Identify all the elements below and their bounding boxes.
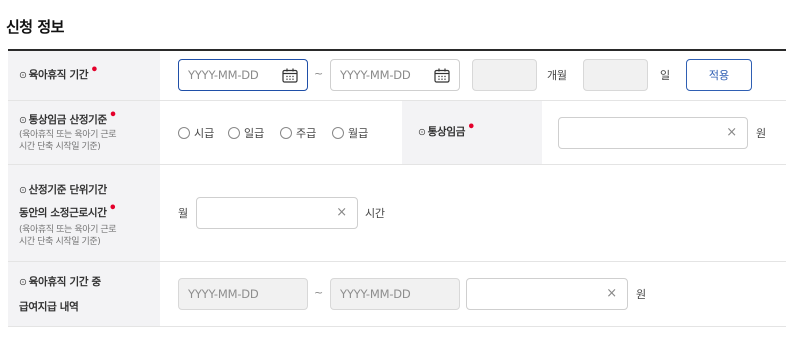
date-range-separator: ~ [314,67,324,80]
row-work-hours: ⊙ 산정기준 단위기간 동안의 소정근로시간 • (육아휴직 또는 육아기 근로 시… [8,165,786,262]
calendar-icon[interactable] [282,68,298,83]
days-unit: 일 [660,69,670,82]
radio-circle-icon [178,127,190,139]
close-icon[interactable]: × [726,126,737,140]
label-note: (육아휴직 또는 육아기 근로 [19,130,117,140]
months-input[interactable] [472,59,537,91]
radio-daily[interactable]: 일급 [228,125,264,141]
radio-circle-icon [332,127,344,139]
label-cell: ⊙ 육아휴직 기간 중 급여지급 내역 [8,262,160,326]
label-payment-history-line1: 육아휴직 기간 중 [28,275,102,288]
leave-end-date-input[interactable]: YYYY-MM-DD [330,59,460,91]
months-unit: 개월 [547,69,567,82]
label-work-hours-line2: 동안의 소정근로시간 [19,206,107,219]
radio-circle-icon [280,127,292,139]
radio-circle-icon [228,127,240,139]
amount-unit: 원 [636,288,646,301]
label-cell: ⊙ 통상임금 산정기준 • (육아휴직 또는 육아기 근로 시간 단축 시작일 기준… [8,101,160,164]
label-note: (육아휴직 또는 육아기 근로 [19,224,117,235]
label-cell: ⊙ 육아휴직 기간 • [8,51,160,100]
row-leave-period: ⊙ 육아휴직 기간 • YYYY-MM-DD ~ YYYY-MM-DD 개월 일 적… [8,51,786,101]
apply-button[interactable]: 적용 [686,59,752,91]
radio-hourly[interactable]: 시급 [178,125,214,141]
bullet-icon: ⊙ [19,70,27,81]
date-range-separator: ~ [314,286,324,299]
label-note: 시간 단축 시작일 기준) [19,236,101,247]
label-leave-period: 육아휴직 기간 [28,69,89,81]
bullet-icon: ⊙ [418,127,426,138]
wage-unit: 원 [756,127,766,140]
close-icon[interactable]: × [606,287,617,301]
value-cell: 월 × 시간 [160,165,786,261]
row-wage-basis: ⊙ 통상임금 산정기준 • (육아휴직 또는 육아기 근로 시간 단축 시작일 기준… [8,101,786,165]
required-mark: • [90,63,99,78]
payment-start-date-input[interactable]: YYYY-MM-DD [178,278,308,310]
label-ordinary-wage: 통상임금 [427,126,466,138]
hours-unit: 시간 [365,207,385,220]
value-cell: YYYY-MM-DD ~ YYYY-MM-DD 개월 일 적용 [160,51,786,100]
required-mark: • [467,120,476,135]
label-work-hours-line1: 산정기준 단위기간 [28,183,108,196]
section-title: 신청 정보 [6,18,64,36]
ordinary-wage-input[interactable]: × [558,117,748,149]
calendar-icon[interactable] [434,68,450,83]
payment-end-date-input[interactable]: YYYY-MM-DD [330,278,460,310]
row-payment-history: ⊙ 육아휴직 기간 중 급여지급 내역 YYYY-MM-DD ~ YYYY-MM-… [8,262,786,327]
bullet-icon: ⊙ [19,276,27,288]
bullet-icon: ⊙ [19,184,27,196]
bullet-icon: ⊙ [19,115,27,126]
close-icon[interactable]: × [336,206,347,220]
label-wage-basis: 통상임금 산정기준 [28,114,108,126]
ordinary-wage-label-cell: ⊙ 통상임금 • [402,101,542,164]
payment-amount-input[interactable]: × [466,278,628,310]
days-input[interactable] [583,59,648,91]
label-cell: ⊙ 산정기준 단위기간 동안의 소정근로시간 • (육아휴직 또는 육아기 근로 시… [8,165,160,261]
required-mark: • [108,200,117,216]
value-cell: YYYY-MM-DD ~ YYYY-MM-DD × 원 [160,262,786,326]
required-mark: • [108,108,117,123]
value-cell: 시급 일급 주급 월급 ⊙ 통상임금 • × 원 [160,101,786,164]
radio-monthly[interactable]: 월급 [332,125,368,141]
work-hours-input[interactable]: × [196,197,358,229]
application-form-table: ⊙ 육아휴직 기간 • YYYY-MM-DD ~ YYYY-MM-DD 개월 일 적… [8,49,786,327]
hours-prefix: 월 [178,207,188,220]
radio-weekly[interactable]: 주급 [280,125,316,141]
label-payment-history-line2: 급여지급 내역 [19,300,79,313]
label-note: 시간 단축 시작일 기준) [19,142,101,152]
leave-start-date-input[interactable]: YYYY-MM-DD [178,59,308,91]
